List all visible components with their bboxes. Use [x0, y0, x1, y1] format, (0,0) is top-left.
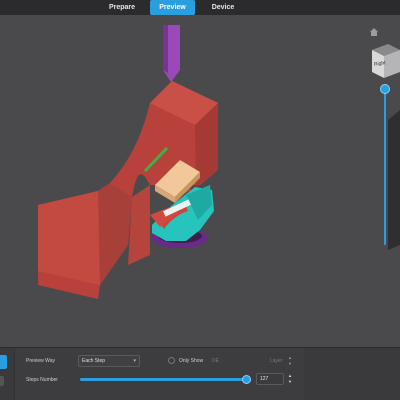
play-button[interactable]	[0, 355, 7, 369]
tab-device[interactable]: Device	[202, 0, 244, 15]
layer-slider[interactable]	[384, 90, 386, 245]
tab-preview[interactable]: Preview	[150, 0, 195, 15]
top-tab-bar: Prepare Preview Device	[0, 0, 400, 15]
preview-way-label: Preview Way	[26, 358, 55, 364]
preview-control-panel	[0, 347, 400, 400]
tab-prepare[interactable]: Prepare	[101, 0, 143, 15]
steps-input[interactable]: 127	[256, 373, 284, 385]
navigation-cube[interactable]	[364, 40, 400, 250]
steps-stepper[interactable]: ▲ ▼	[287, 373, 293, 385]
steps-slider[interactable]	[80, 378, 247, 381]
3d-viewport[interactable]	[0, 15, 400, 347]
chevron-down-icon[interactable]: ▼	[287, 379, 293, 385]
only-show-radio[interactable]	[168, 357, 175, 364]
chevron-down-icon: ▾	[133, 358, 136, 364]
chevron-down-icon[interactable]: ▼	[287, 361, 293, 367]
steps-slider-handle[interactable]	[242, 375, 251, 384]
preview-way-select[interactable]: Each Step ▾	[78, 355, 140, 367]
step-back-button[interactable]	[0, 376, 4, 386]
print-preview-scene[interactable]	[0, 15, 400, 347]
layer-slider-handle[interactable]	[380, 84, 390, 94]
steps-number-label: Steps Number	[26, 377, 58, 383]
preview-way-value: Each Step	[82, 358, 106, 364]
steps-value: 127	[260, 376, 269, 382]
layer-stepper[interactable]: ▲ ▼	[287, 355, 293, 367]
layer-label: Layer	[270, 358, 283, 364]
nozzle	[163, 25, 180, 82]
only-show-label: Only Show	[179, 358, 204, 364]
home-icon[interactable]	[369, 27, 379, 37]
only-show-value: DE	[212, 358, 219, 364]
